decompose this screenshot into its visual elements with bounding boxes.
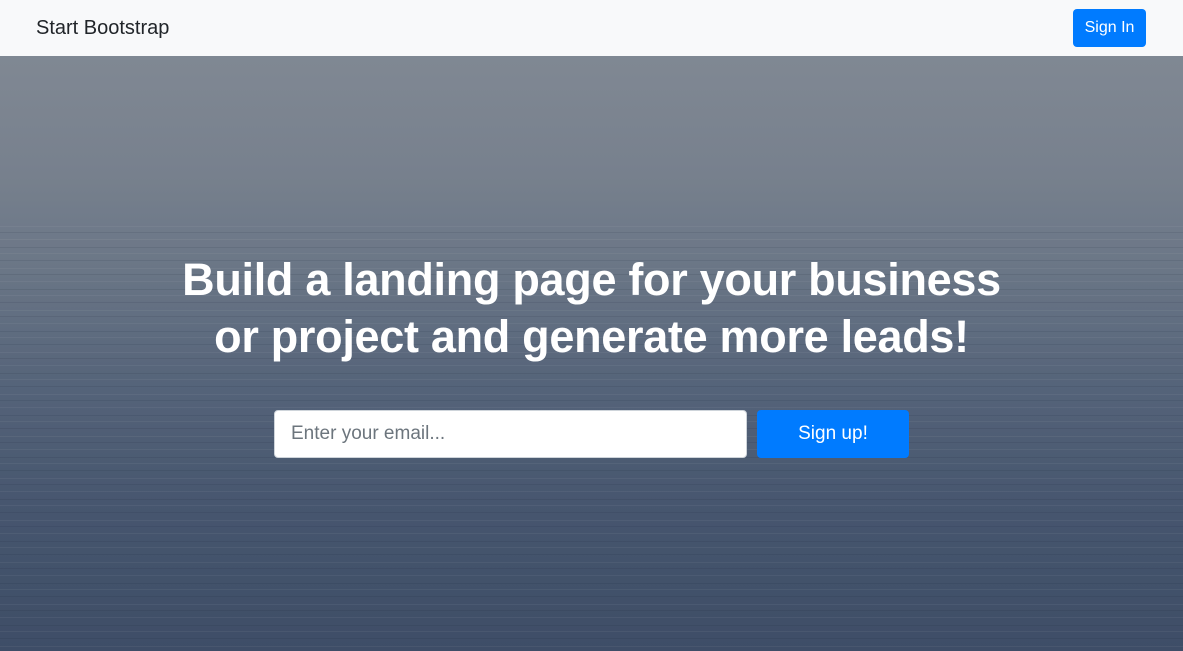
hero-headline-line-2: or project and generate more leads! bbox=[214, 311, 969, 362]
brand-link[interactable]: Start Bootstrap bbox=[36, 16, 169, 40]
email-input[interactable] bbox=[274, 410, 747, 458]
navbar: Start Bootstrap Sign In bbox=[0, 0, 1183, 56]
hero-headline: Build a landing page for your business o… bbox=[0, 251, 1183, 365]
hero-headline-line-1: Build a landing page for your business bbox=[182, 254, 1001, 305]
sign-in-button[interactable]: Sign In bbox=[1073, 9, 1146, 47]
hero-section: Build a landing page for your business o… bbox=[0, 56, 1183, 651]
sign-up-button[interactable]: Sign up! bbox=[757, 410, 909, 458]
